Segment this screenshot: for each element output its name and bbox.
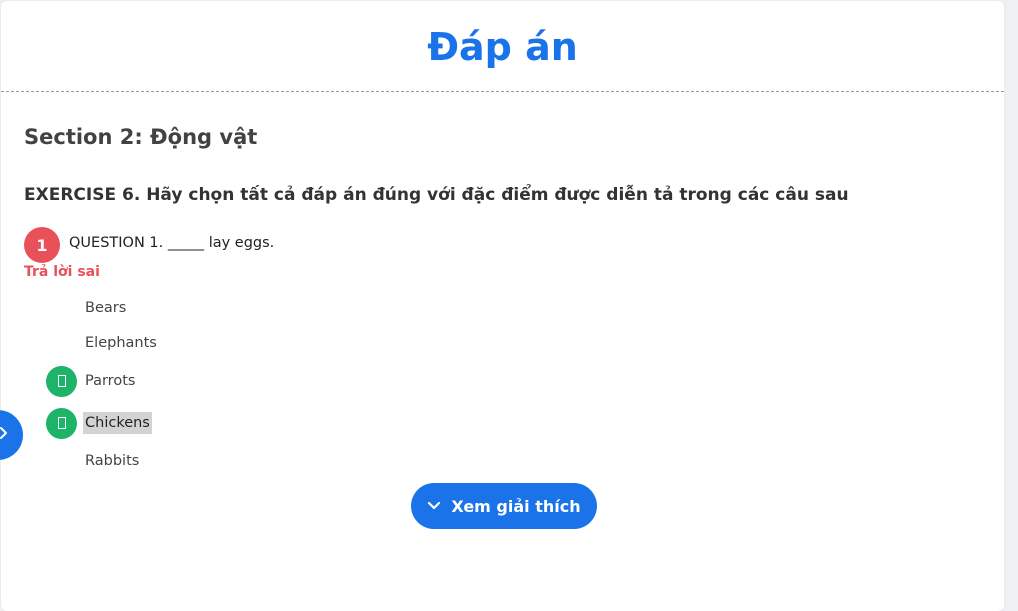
correct-mark-icon <box>46 365 77 397</box>
view-explanation-button[interactable]: Xem giải thích <box>411 483 597 529</box>
view-explanation-label: Xem giải thích <box>451 496 581 516</box>
option-label: Elephants <box>85 335 157 351</box>
question-number-badge: 1 <box>24 227 60 263</box>
exercise-title: EXERCISE 6. Hãy chọn tất cả đáp án đúng … <box>24 185 849 205</box>
option-label-selected: Chickens <box>83 412 152 434</box>
answer-card: Đáp án Section 2: Động vật EXERCISE 6. H… <box>1 1 1004 611</box>
option-label: Rabbits <box>85 453 140 469</box>
option-elephants[interactable]: Elephants <box>46 327 159 359</box>
option-label: Parrots <box>85 373 136 389</box>
option-label: Bears <box>85 300 127 316</box>
chevron-right-icon <box>0 426 9 445</box>
option-mark-empty <box>46 328 77 359</box>
card-header: Đáp án <box>1 1 1004 92</box>
option-parrots[interactable]: Parrots <box>46 365 137 397</box>
correct-mark-icon <box>46 407 77 439</box>
option-chickens[interactable]: Chickens <box>46 407 152 439</box>
option-mark-empty <box>46 446 77 477</box>
answer-result-label: Trả lời sai <box>24 264 100 280</box>
option-mark-empty <box>46 293 77 324</box>
question-text: QUESTION 1. _____ lay eggs. <box>69 235 275 251</box>
page-title: Đáp án <box>427 25 578 69</box>
option-rabbits[interactable]: Rabbits <box>46 445 141 477</box>
section-title: Section 2: Động vật <box>24 125 258 149</box>
chevron-down-icon <box>427 501 441 511</box>
option-bears[interactable]: Bears <box>46 292 128 324</box>
